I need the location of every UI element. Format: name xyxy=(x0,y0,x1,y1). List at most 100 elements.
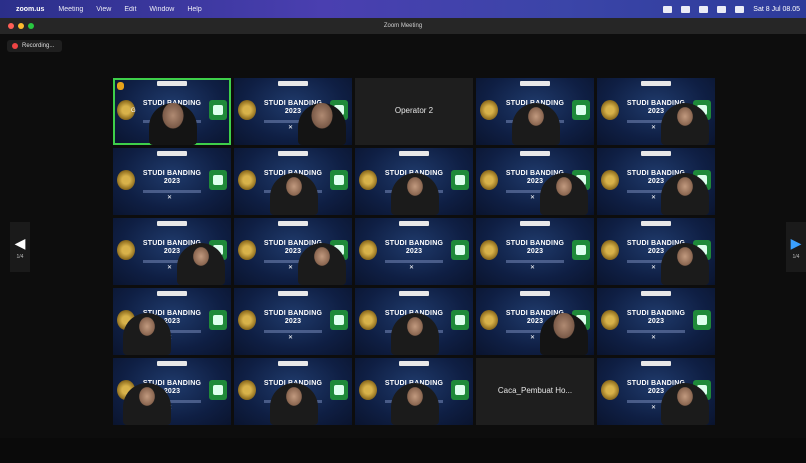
participant-video-tile[interactable]: STUDI BANDING 2023✕ xyxy=(476,78,594,145)
organization-logo-icon xyxy=(572,240,590,260)
bottom-bar xyxy=(0,438,806,463)
participant-name-tile[interactable]: Caca_Pembuat Ho... xyxy=(476,358,594,425)
mac-menubar: zoom.us Meeting View Edit Window Help Sa… xyxy=(0,0,806,18)
participant-video-tile[interactable]: STUDI BANDING 2023✕ xyxy=(597,148,715,215)
participant-video-tile[interactable]: STUDI BANDING 2023✕ xyxy=(476,288,594,355)
banner-logo-strip xyxy=(399,361,429,366)
participant-video-tile[interactable]: STUDI BANDING 2023✕ xyxy=(355,288,473,355)
previous-page-button[interactable]: ◀ 1/4 xyxy=(10,222,30,272)
organization-logo-icon xyxy=(693,310,711,330)
university-emblem-icon xyxy=(238,380,256,400)
chevron-left-icon: ◀ xyxy=(14,234,26,251)
minimize-window-button[interactable] xyxy=(18,23,24,29)
search-icon[interactable] xyxy=(717,5,727,13)
participant-video-tile[interactable]: STUDI BANDING 2023✕ xyxy=(597,288,715,355)
participant-video-tile[interactable]: STUDI BANDING 2023✕ xyxy=(113,358,231,425)
menubar-status: Sat 8 Jul 08.05 xyxy=(663,0,800,18)
banner-logo-strip xyxy=(641,291,671,296)
participant-video-feed xyxy=(177,243,225,285)
organization-logo-icon xyxy=(451,170,469,190)
menu-view[interactable]: View xyxy=(96,6,111,13)
banner-logo-strip xyxy=(520,151,550,156)
banner-logo-strip xyxy=(399,221,429,226)
participant-video-feed xyxy=(661,103,709,145)
collab-x-icon: ✕ xyxy=(167,195,173,201)
collab-x-icon: ✕ xyxy=(530,195,536,201)
banner-logo-strip xyxy=(399,151,429,156)
collab-x-icon: ✕ xyxy=(651,335,657,341)
university-emblem-icon xyxy=(480,310,498,330)
university-emblem-icon xyxy=(480,100,498,120)
participant-video-tile[interactable]: STUDI BANDING 2023✕G xyxy=(113,78,231,145)
gallery-grid: STUDI BANDING 2023✕GSTUDI BANDING 2023✕O… xyxy=(113,78,715,425)
app-menu[interactable]: zoom.us xyxy=(16,6,44,13)
recording-indicator[interactable]: Recording... xyxy=(7,40,63,52)
participant-video-feed xyxy=(661,243,709,285)
participant-video-tile[interactable]: STUDI BANDING 2023✕ xyxy=(597,358,715,425)
organization-logo-icon xyxy=(209,100,227,120)
university-emblem-icon xyxy=(601,100,619,120)
banner-subline xyxy=(143,190,201,193)
participant-video-feed xyxy=(512,103,560,145)
banner-subline xyxy=(506,260,564,263)
participant-video-feed xyxy=(661,383,709,425)
participant-video-feed xyxy=(298,243,346,285)
participant-video-tile[interactable]: STUDI BANDING 2023✕ xyxy=(234,358,352,425)
organization-logo-icon xyxy=(451,240,469,260)
university-emblem-icon xyxy=(238,100,256,120)
zoom-status-icon[interactable] xyxy=(663,5,673,13)
organization-logo-icon xyxy=(451,380,469,400)
window-titlebar: Zoom Meeting xyxy=(0,18,806,34)
banner-logo-strip xyxy=(278,81,308,86)
participant-video-tile[interactable]: STUDI BANDING 2023✕ xyxy=(355,358,473,425)
participant-video-feed xyxy=(270,173,318,215)
battery-icon[interactable] xyxy=(681,5,691,13)
participant-video-tile[interactable]: STUDI BANDING 2023✕ xyxy=(476,148,594,215)
recording-label: Recording... xyxy=(22,43,55,49)
participant-video-tile[interactable]: STUDI BANDING 2023✕ xyxy=(597,218,715,285)
banner-logo-strip xyxy=(399,291,429,296)
participant-video-tile[interactable]: STUDI BANDING 2023✕ xyxy=(234,148,352,215)
control-center-icon[interactable] xyxy=(735,5,745,13)
participant-video-tile[interactable]: STUDI BANDING 2023✕ xyxy=(234,288,352,355)
participant-video-tile[interactable]: STUDI BANDING 2023✕ xyxy=(355,218,473,285)
wifi-icon[interactable] xyxy=(699,5,709,13)
participant-video-tile[interactable]: STUDI BANDING 2023✕ xyxy=(355,148,473,215)
university-emblem-icon xyxy=(480,170,498,190)
participant-video-feed xyxy=(123,313,171,355)
participant-name-tile[interactable]: Operator 2 xyxy=(355,78,473,145)
participant-initial: G xyxy=(131,108,136,114)
collab-x-icon: ✕ xyxy=(651,405,657,411)
banner-logo-strip xyxy=(641,221,671,226)
banner-logo-strip xyxy=(520,221,550,226)
menubar-clock[interactable]: Sat 8 Jul 08.05 xyxy=(753,6,800,13)
university-emblem-icon xyxy=(601,310,619,330)
university-emblem-icon xyxy=(601,380,619,400)
participant-video-tile[interactable]: STUDI BANDING 2023✕ xyxy=(597,78,715,145)
participant-video-tile[interactable]: STUDI BANDING 2023✕ xyxy=(113,288,231,355)
organization-logo-icon xyxy=(330,310,348,330)
banner-logo-strip xyxy=(641,81,671,86)
university-emblem-icon xyxy=(601,170,619,190)
participant-video-tile[interactable]: STUDI BANDING 2023✕ xyxy=(113,218,231,285)
university-emblem-icon xyxy=(117,240,135,260)
menu-window[interactable]: Window xyxy=(149,6,174,13)
close-window-button[interactable] xyxy=(8,23,14,29)
zoom-window-button[interactable] xyxy=(28,23,34,29)
next-page-button[interactable]: ▶ 1/4 xyxy=(786,222,806,272)
page-indicator-left: 1/4 xyxy=(16,253,24,260)
menu-help[interactable]: Help xyxy=(187,6,201,13)
record-dot-icon xyxy=(12,43,18,49)
collab-x-icon: ✕ xyxy=(651,195,657,201)
organization-logo-icon xyxy=(330,380,348,400)
collab-x-icon: ✕ xyxy=(651,265,657,271)
participant-video-tile[interactable]: STUDI BANDING 2023✕ xyxy=(113,148,231,215)
participant-video-feed xyxy=(391,383,439,425)
organization-logo-icon xyxy=(209,310,227,330)
menu-meeting[interactable]: Meeting xyxy=(58,6,83,13)
collab-x-icon: ✕ xyxy=(167,265,173,271)
participant-video-tile[interactable]: STUDI BANDING 2023✕ xyxy=(234,218,352,285)
participant-video-tile[interactable]: STUDI BANDING 2023✕ xyxy=(476,218,594,285)
menu-edit[interactable]: Edit xyxy=(124,6,136,13)
participant-video-tile[interactable]: STUDI BANDING 2023✕ xyxy=(234,78,352,145)
